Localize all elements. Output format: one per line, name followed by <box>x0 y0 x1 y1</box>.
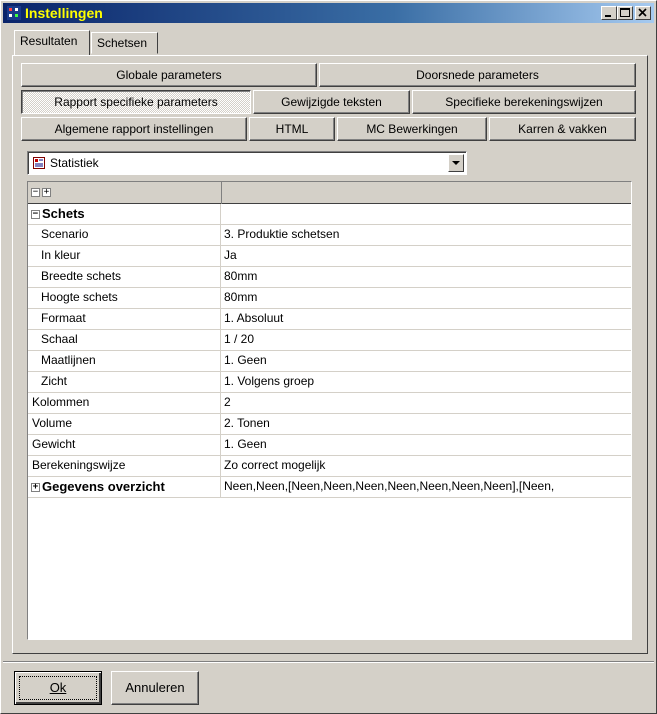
property-label: Schets <box>42 206 85 221</box>
expand-icon[interactable]: + <box>31 483 40 492</box>
table-row[interactable]: In kleur Ja <box>28 246 631 267</box>
tab-label: Resultaten <box>20 34 78 48</box>
property-name: Formaat <box>28 309 221 329</box>
property-label: Maatlijnen <box>41 353 96 367</box>
property-value[interactable]: 2. Tonen <box>222 414 631 434</box>
property-value[interactable]: Neen,Neen,[Neen,Neen,Neen,Neen,Neen,Neen… <box>222 477 631 497</box>
property-label: Berekeningswijze <box>32 458 126 472</box>
table-row[interactable]: + Gegevens overzicht Neen,Neen,[Neen,Neen,… <box>28 477 631 498</box>
column-divider[interactable] <box>221 182 222 204</box>
table-row[interactable]: Maatlijnen 1. Geen <box>28 351 631 372</box>
property-label: In kleur <box>41 248 81 262</box>
table-row[interactable]: Volume 2. Tonen <box>28 414 631 435</box>
property-value[interactable]: Ja <box>222 246 631 266</box>
property-label: Volume <box>32 416 73 430</box>
app-icon <box>7 6 21 20</box>
chevron-down-icon <box>452 161 460 165</box>
property-name: Kolommen <box>28 393 221 413</box>
collapse-all-icon[interactable]: − <box>31 188 40 197</box>
tab-resultaten[interactable]: Resultaten <box>14 30 90 55</box>
property-name: Berekeningswijze <box>28 456 221 476</box>
property-label: Formaat <box>41 311 86 325</box>
section-parameters-button[interactable]: Doorsnede parameters <box>319 63 636 87</box>
property-name: Schaal <box>28 330 221 350</box>
focus-rectangle <box>19 676 97 700</box>
table-row[interactable]: Schaal 1 / 20 <box>28 330 631 351</box>
property-name: Zicht <box>28 372 221 392</box>
property-label: Kolommen <box>32 395 90 409</box>
table-row[interactable]: − Schets <box>28 204 631 225</box>
property-name: Breedte schets <box>28 267 221 287</box>
property-name: Gewicht <box>28 435 221 455</box>
property-value[interactable]: 80mm <box>222 267 631 287</box>
property-name: Scenario <box>28 225 221 245</box>
collapse-icon[interactable]: − <box>31 210 40 219</box>
property-name: Volume <box>28 414 221 434</box>
property-value[interactable]: Zo correct mogelijk <box>222 456 631 476</box>
minimize-button[interactable] <box>601 6 617 20</box>
tab-schetsen[interactable]: Schetsen <box>91 32 158 54</box>
table-row[interactable]: Gewicht 1. Geen <box>28 435 631 456</box>
property-value[interactable]: 3. Produktie schetsen <box>222 225 631 245</box>
close-button[interactable] <box>635 6 651 20</box>
property-value[interactable] <box>222 204 631 224</box>
ok-button[interactable]: Ok <box>14 671 102 705</box>
grid-header: − + <box>28 182 631 204</box>
table-row[interactable]: Hoogte schets 80mm <box>28 288 631 309</box>
expand-all-icon[interactable]: + <box>42 188 51 197</box>
property-label: Gewicht <box>32 437 76 451</box>
cancel-button[interactable]: Annuleren <box>111 671 199 705</box>
report-icon <box>33 157 45 169</box>
property-label: Breedte schets <box>41 269 122 283</box>
report-type-value: Statistiek <box>50 156 99 170</box>
property-label: Zicht <box>41 374 68 388</box>
close-icon <box>638 8 647 17</box>
property-name: − Schets <box>28 204 221 224</box>
general-report-settings-button[interactable]: Algemene rapport instellingen <box>21 117 247 141</box>
property-label: Schaal <box>41 332 78 346</box>
specific-calculation-methods-button[interactable]: Specifieke berekeningswijzen <box>412 90 636 114</box>
table-row[interactable]: Breedte schets 80mm <box>28 267 631 288</box>
table-row[interactable]: Berekeningswijze Zo correct mogelijk <box>28 456 631 477</box>
dropdown-button[interactable] <box>448 154 464 172</box>
settings-window: Instellingen Resultaten Schetsen Globale… <box>0 0 657 714</box>
carts-and-bays-button[interactable]: Karren & vakken <box>489 117 636 141</box>
divider <box>3 661 654 663</box>
maximize-icon <box>620 8 630 17</box>
minimize-icon <box>605 15 611 17</box>
property-grid: − + − Schets Scenario 3. Produktie schetsen… <box>27 181 632 640</box>
property-value[interactable]: 1 / 20 <box>222 330 631 350</box>
table-row[interactable]: Scenario 3. Produktie schetsen <box>28 225 631 246</box>
property-value[interactable]: 1. Absoluut <box>222 309 631 329</box>
table-row[interactable]: Kolommen 2 <box>28 393 631 414</box>
property-label: Gegevens overzicht <box>42 479 165 494</box>
table-row[interactable]: Formaat 1. Absoluut <box>28 309 631 330</box>
property-name: Maatlijnen <box>28 351 221 371</box>
global-parameters-button[interactable]: Globale parameters <box>21 63 317 87</box>
property-name: + Gegevens overzicht <box>28 477 221 497</box>
property-label: Scenario <box>41 227 89 241</box>
report-specific-parameters-button[interactable]: Rapport specifieke parameters <box>21 90 251 114</box>
tab-label: Schetsen <box>97 36 148 50</box>
property-value[interactable]: 80mm <box>222 288 631 308</box>
property-name: Hoogte schets <box>28 288 221 308</box>
property-value[interactable]: 1. Volgens groep <box>222 372 631 392</box>
maximize-button[interactable] <box>617 6 633 20</box>
property-value[interactable]: 1. Geen <box>222 351 631 371</box>
cancel-label: Annuleren <box>125 680 185 695</box>
property-name: In kleur <box>28 246 221 266</box>
property-label: Hoogte schets <box>41 290 118 304</box>
window-title: Instellingen <box>25 5 103 21</box>
changed-texts-button[interactable]: Gewijzigde teksten <box>253 90 410 114</box>
table-row[interactable]: Zicht 1. Volgens groep <box>28 372 631 393</box>
report-type-select[interactable]: Statistiek <box>27 151 467 175</box>
html-button[interactable]: HTML <box>249 117 335 141</box>
mc-edits-button[interactable]: MC Bewerkingen <box>337 117 487 141</box>
title-bar[interactable]: Instellingen <box>3 3 654 23</box>
property-value[interactable]: 1. Geen <box>222 435 631 455</box>
property-value[interactable]: 2 <box>222 393 631 413</box>
